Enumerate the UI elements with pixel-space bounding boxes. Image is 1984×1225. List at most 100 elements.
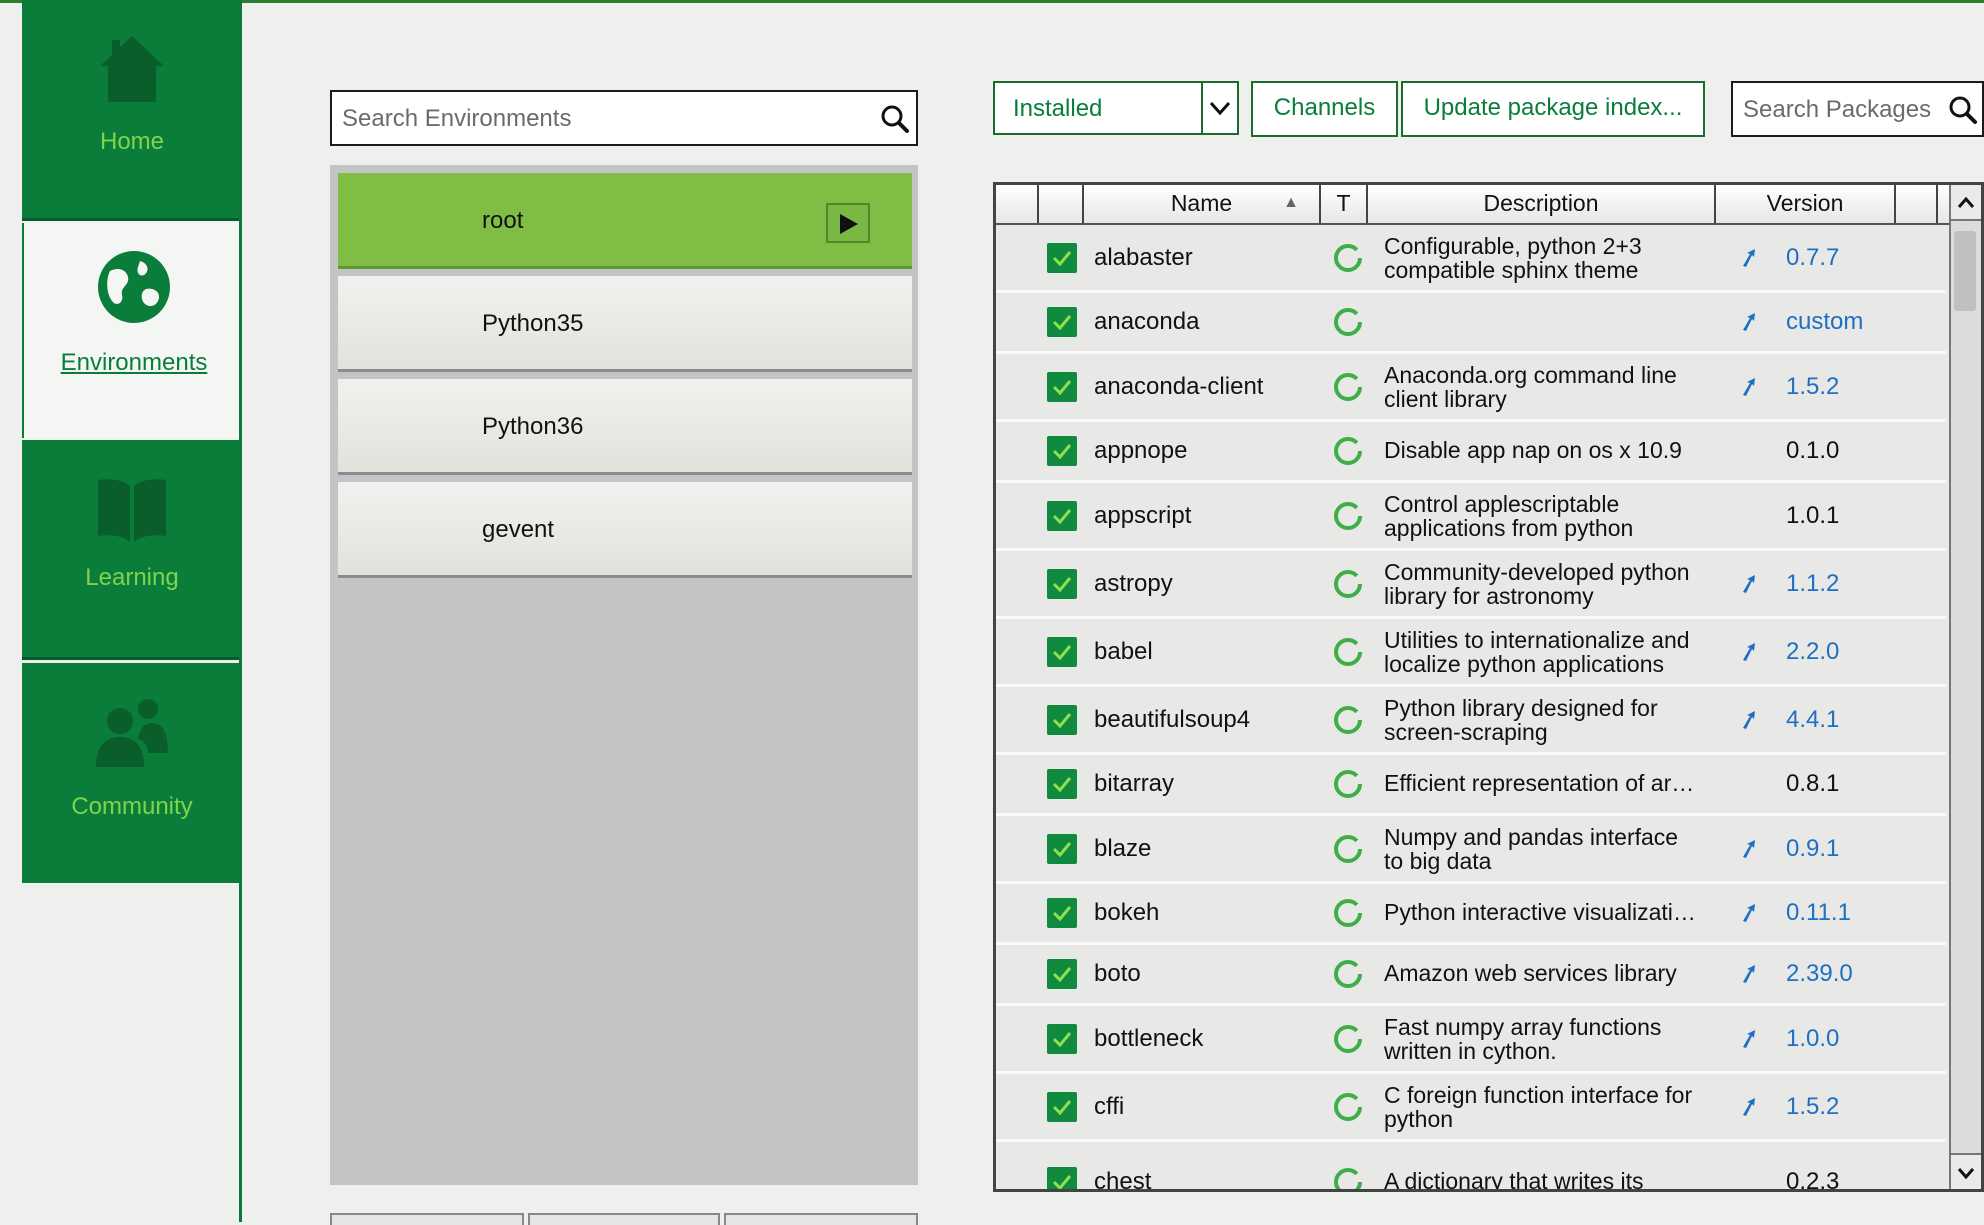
package-name: chest <box>1094 1168 1152 1192</box>
package-version[interactable]: 0.11.1 <box>1786 899 1851 927</box>
installed-checkbox[interactable] <box>1047 959 1077 989</box>
sidebar-item-environments[interactable]: Environments <box>22 223 242 438</box>
table-row[interactable]: bokeh Python interactive visualizati… 0.11… <box>996 884 1946 945</box>
update-index-button[interactable]: Update package index... <box>1401 81 1705 137</box>
installed-checkbox[interactable] <box>1047 898 1077 928</box>
vertical-scrollbar[interactable] <box>1949 185 1981 1189</box>
table-row[interactable]: beautifulsoup4 Python library designed fo… <box>996 687 1946 755</box>
installed-checkbox[interactable] <box>1047 436 1077 466</box>
table-row[interactable]: bitarray Efficient representation of ar… 0… <box>996 755 1946 816</box>
package-version[interactable]: 1.0.0 <box>1786 1025 1839 1053</box>
package-version[interactable]: 1.5.2 <box>1786 373 1839 401</box>
checkmark-icon <box>1052 1031 1072 1047</box>
package-version[interactable]: 4.4.1 <box>1786 706 1839 734</box>
book-icon <box>98 479 166 542</box>
create-environment-button[interactable] <box>330 1213 524 1225</box>
update-available-icon[interactable] <box>1739 248 1757 268</box>
installed-checkbox[interactable] <box>1047 500 1077 531</box>
update-available-icon[interactable] <box>1739 710 1757 730</box>
package-version: 0.8.1 <box>1786 770 1840 797</box>
description-line: Control applescriptable <box>1384 490 1620 517</box>
package-search-input[interactable] <box>1741 91 1945 129</box>
update-available-icon[interactable] <box>1739 642 1757 662</box>
table-row[interactable]: blaze Numpy and pandas interface to big da… <box>996 816 1946 884</box>
package-version[interactable]: custom <box>1786 308 1863 336</box>
package-version[interactable]: 2.39.0 <box>1786 960 1853 988</box>
scroll-down-button[interactable] <box>1951 1153 1981 1189</box>
sidebar-item-home[interactable]: Home <box>22 0 242 221</box>
description-line: Utilities to internationalize and <box>1384 626 1690 653</box>
update-available-icon[interactable] <box>1739 377 1757 397</box>
package-name: anaconda-client <box>1094 372 1264 400</box>
table-row[interactable]: anaconda custom <box>996 293 1946 354</box>
installed-checkbox[interactable] <box>1047 307 1077 337</box>
installed-checkbox[interactable] <box>1047 371 1077 402</box>
package-version[interactable]: 2.2.0 <box>1786 638 1839 666</box>
update-available-icon[interactable] <box>1739 903 1757 923</box>
dropdown-toggle[interactable] <box>1201 83 1237 133</box>
table-row[interactable]: babel Utilities to internationalize and lo… <box>996 619 1946 687</box>
description-line: Python interactive visualizati… <box>1384 899 1696 925</box>
table-row[interactable]: anaconda-client Anaconda.org command line… <box>996 354 1946 422</box>
table-row[interactable]: astropy Community-developed python library… <box>996 551 1946 619</box>
installed-checkbox[interactable] <box>1047 1023 1077 1054</box>
environment-item-python36[interactable]: Python36 <box>338 379 912 475</box>
sidebar-item-community[interactable]: Community <box>22 663 242 883</box>
installed-checkbox[interactable] <box>1047 568 1077 599</box>
update-available-icon[interactable] <box>1739 312 1757 332</box>
header-description-column[interactable]: Description <box>1368 185 1716 223</box>
environment-item-gevent[interactable]: gevent <box>338 482 912 578</box>
channels-button[interactable]: Channels <box>1251 81 1398 137</box>
table-row[interactable]: boto Amazon web services library 2.39.0 <box>996 945 1946 1006</box>
installed-checkbox[interactable] <box>1047 1167 1077 1189</box>
package-version[interactable]: 1.1.2 <box>1786 570 1839 598</box>
package-version[interactable]: 0.7.7 <box>1786 244 1839 272</box>
package-table: Name ▲ T Description Version alabaster Co… <box>993 182 1984 1192</box>
environment-search-box[interactable] <box>330 90 918 146</box>
table-row[interactable]: chest A dictionary that writes its 0.2.3 <box>996 1142 1946 1192</box>
header-name-column[interactable]: Name ▲ <box>1084 185 1321 223</box>
environment-search-input[interactable] <box>340 100 864 138</box>
table-row[interactable]: alabaster Configurable, python 2+3 compati… <box>996 225 1946 293</box>
home-icon <box>100 36 164 102</box>
installed-checkbox[interactable] <box>1047 833 1077 864</box>
package-version[interactable]: 1.5.2 <box>1786 1093 1839 1121</box>
table-row[interactable]: cffi C foreign function interface for pyth… <box>996 1074 1946 1142</box>
header-version-column[interactable]: Version <box>1716 185 1896 223</box>
environment-item-root[interactable]: root <box>338 173 912 269</box>
import-environment-button[interactable] <box>724 1213 918 1225</box>
update-available-icon[interactable] <box>1739 1029 1757 1049</box>
installed-checkbox[interactable] <box>1047 242 1077 273</box>
environment-name: Python35 <box>482 310 584 337</box>
package-search-box[interactable] <box>1731 81 1984 137</box>
search-icon[interactable] <box>880 104 910 134</box>
package-name: babel <box>1094 637 1153 665</box>
environment-play-button[interactable] <box>826 203 870 243</box>
update-available-icon[interactable] <box>1739 964 1757 984</box>
clone-environment-button[interactable] <box>528 1213 720 1225</box>
installed-checkbox[interactable] <box>1047 636 1077 667</box>
description-line: written in cython. <box>1384 1037 1557 1064</box>
update-available-icon[interactable] <box>1739 574 1757 594</box>
installed-checkbox[interactable] <box>1047 704 1077 735</box>
update-available-icon[interactable] <box>1739 1097 1757 1117</box>
installed-checkbox[interactable] <box>1047 1091 1077 1122</box>
package-description: Efficient representation of ar… <box>1384 771 1714 795</box>
environment-item-python35[interactable]: Python35 <box>338 276 912 372</box>
table-row[interactable]: appscript Control applescriptable applicat… <box>996 483 1946 551</box>
header-type-column[interactable]: T <box>1321 185 1368 223</box>
scroll-up-button[interactable] <box>1951 185 1981 221</box>
sidebar-item-learning[interactable]: Learning <box>22 440 242 660</box>
package-description: Community-developed python library for as… <box>1384 560 1714 608</box>
search-icon[interactable] <box>1948 95 1978 125</box>
description-line: Numpy and pandas interface <box>1384 823 1679 850</box>
package-version[interactable]: 0.9.1 <box>1786 835 1839 863</box>
scrollbar-thumb[interactable] <box>1954 231 1976 311</box>
table-row[interactable]: appnope Disable app nap on os x 10.9 0.1.0 <box>996 422 1946 483</box>
header-checkbox-column[interactable] <box>1039 185 1084 223</box>
package-rows: alabaster Configurable, python 2+3 compati… <box>996 225 1946 1192</box>
table-row[interactable]: bottleneck Fast numpy array functions writ… <box>996 1006 1946 1074</box>
installed-checkbox[interactable] <box>1047 769 1077 799</box>
update-available-icon[interactable] <box>1739 839 1757 859</box>
package-filter-select[interactable]: Installed <box>993 81 1239 135</box>
